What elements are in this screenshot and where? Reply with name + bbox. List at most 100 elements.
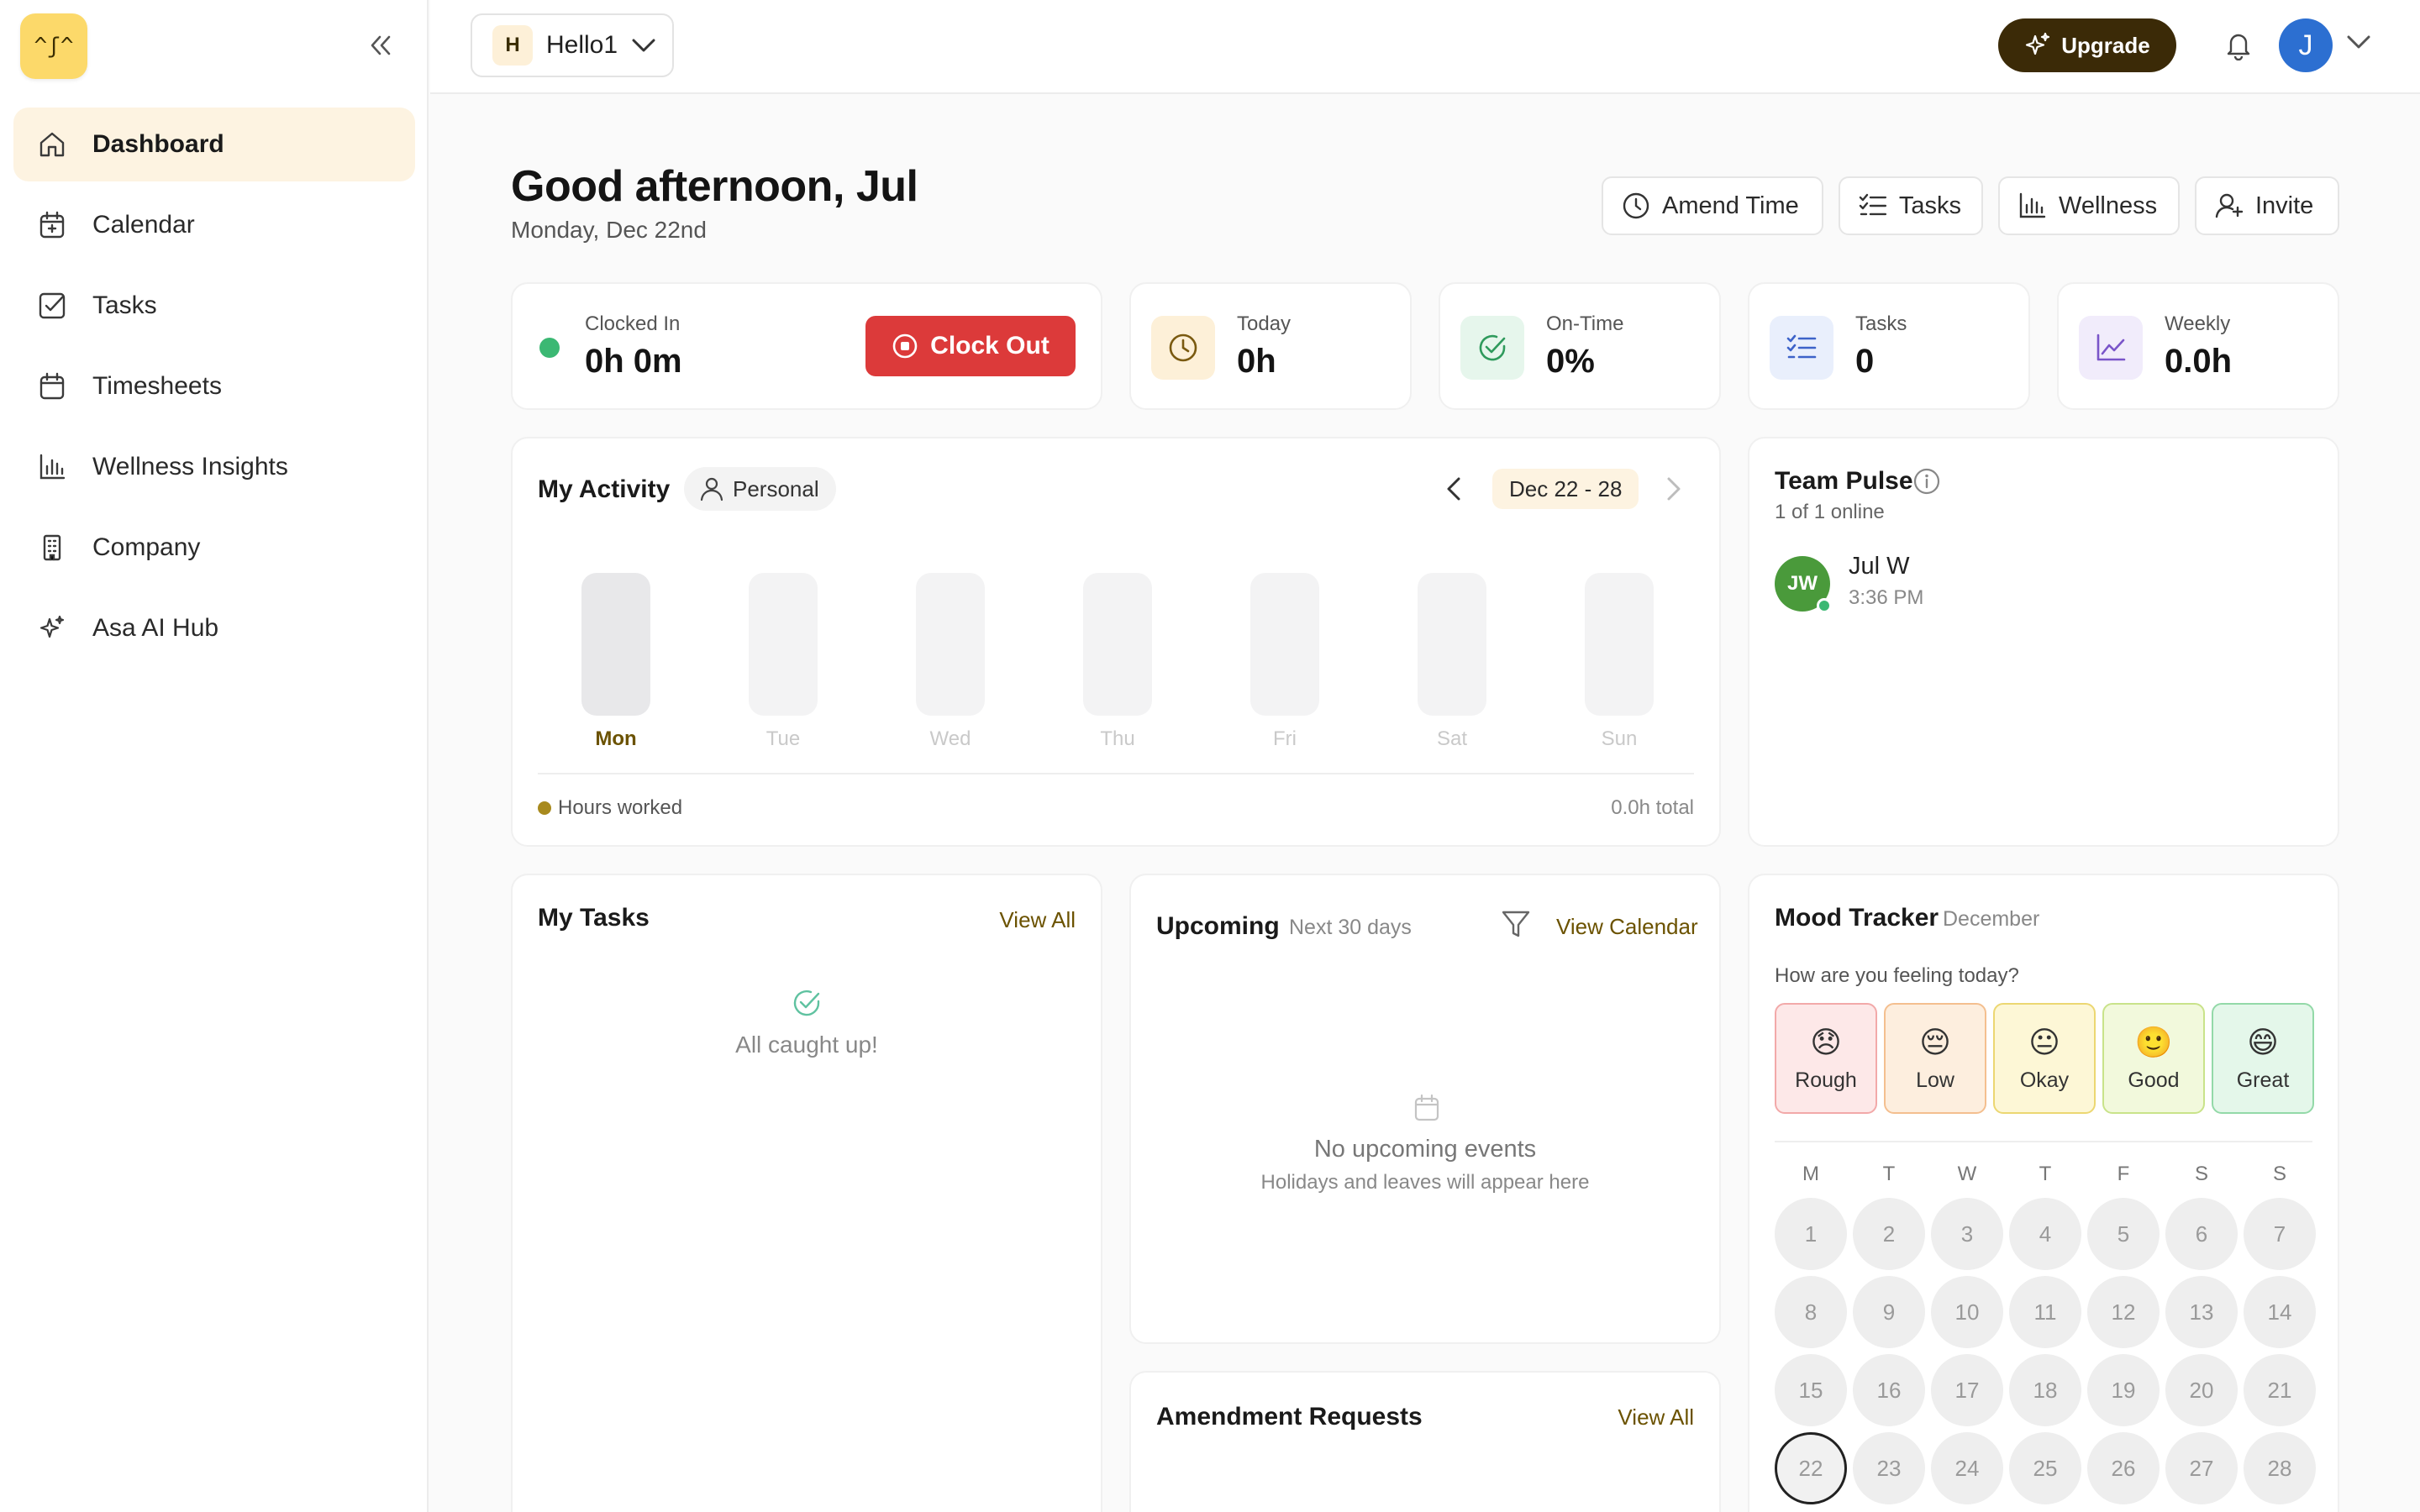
on-time-value: 0%	[1546, 343, 1595, 380]
weekday-label: T	[2039, 1163, 2052, 1185]
upgrade-label: Upgrade	[2061, 32, 2150, 58]
divider	[1775, 1141, 2312, 1142]
calendar-icon	[37, 210, 67, 240]
weekday-label: S	[2194, 1163, 2208, 1185]
calendar-day[interactable]: 8	[1775, 1276, 1847, 1348]
calendar-day[interactable]: 16	[1853, 1354, 1925, 1426]
wellness-quick-button[interactable]: Wellness	[1998, 176, 2180, 235]
chevron-down-icon	[632, 39, 655, 52]
calendar-day[interactable]: 20	[2165, 1354, 2238, 1426]
calendar-day[interactable]: 27	[2165, 1432, 2238, 1504]
previous-week-button[interactable]	[1437, 472, 1470, 506]
calendar-day[interactable]: 21	[2244, 1354, 2316, 1426]
sidebar-item-timesheets[interactable]: Timesheets	[13, 349, 415, 423]
calendar-day-today[interactable]: 22	[1775, 1432, 1847, 1504]
info-button[interactable]	[1912, 467, 1941, 496]
mood-option-great[interactable]: 😄 Great	[2212, 1003, 2314, 1114]
mood-month: December	[1943, 907, 2040, 931]
calendar-day[interactable]: 4	[2009, 1198, 2081, 1270]
user-avatar[interactable]: J	[2279, 18, 2333, 72]
calendar-day[interactable]: 10	[1931, 1276, 2003, 1348]
my-tasks-view-all-link[interactable]: View All	[999, 907, 1076, 933]
app-logo[interactable]: ^ʃ^	[20, 13, 87, 79]
calendar-day[interactable]: 1	[1775, 1198, 1847, 1270]
upcoming-empty-subtitle: Holidays and leaves will appear here	[1260, 1171, 1590, 1194]
mood-label: Okay	[2019, 1068, 2070, 1092]
day-label: Fri	[1273, 727, 1297, 750]
next-week-button[interactable]	[1657, 472, 1691, 506]
amend-time-button[interactable]: Amend Time	[1602, 176, 1823, 235]
calendar-day[interactable]: 17	[1931, 1354, 2003, 1426]
notifications-button[interactable]	[2223, 29, 2257, 62]
sidebar-item-label: Dashboard	[92, 130, 224, 158]
calendar-day[interactable]: 7	[2244, 1198, 2316, 1270]
mood-option-okay[interactable]: 😐 Okay	[1993, 1003, 2096, 1114]
scope-toggle[interactable]: Personal	[684, 467, 836, 511]
view-calendar-link[interactable]: View Calendar	[1556, 914, 1698, 940]
calendar-day[interactable]: 26	[2087, 1432, 2160, 1504]
smiling-face-icon: 🙂	[2134, 1024, 2173, 1059]
team-pulse-card: Team Pulse 1 of 1 online JW Jul W 3:36 P…	[1748, 437, 2339, 847]
calendar-day[interactable]: 9	[1853, 1276, 1925, 1348]
collapse-sidebar-button[interactable]	[361, 29, 400, 62]
today-value: 0h	[1237, 343, 1276, 380]
day-label: Mon	[595, 727, 637, 750]
sparkles-icon	[37, 613, 67, 643]
upgrade-button[interactable]: Upgrade	[1998, 18, 2176, 72]
upcoming-title: Upcoming	[1156, 912, 1280, 940]
sidebar: ^ʃ^ Dashboard Calendar Tasks Timesheets …	[0, 0, 429, 1512]
sidebar-item-ai-hub[interactable]: Asa AI Hub	[13, 591, 415, 665]
calendar-day[interactable]: 19	[2087, 1354, 2160, 1426]
grinning-face-icon: 😄	[2247, 1024, 2279, 1059]
sidebar-item-wellness-insights[interactable]: Wellness Insights	[13, 430, 415, 504]
bell-icon	[2227, 34, 2250, 60]
sidebar-item-tasks[interactable]: Tasks	[13, 269, 415, 343]
calendar-day[interactable]: 12	[2087, 1276, 2160, 1348]
calendar-day[interactable]: 18	[2009, 1354, 2081, 1426]
upcoming-empty-title: No upcoming events	[1313, 1136, 1537, 1163]
sidebar-item-label: Timesheets	[92, 372, 222, 400]
sparkles-icon	[2026, 32, 2050, 55]
amendment-requests-card: Amendment Requests View All	[1129, 1371, 1721, 1512]
invite-button[interactable]: Invite	[2195, 176, 2339, 235]
calendar-day[interactable]: 23	[1853, 1432, 1925, 1504]
sidebar-item-calendar[interactable]: Calendar	[13, 188, 415, 262]
user-icon	[700, 477, 723, 501]
sad-face-icon: 😞	[1810, 1024, 1842, 1059]
mood-label: Low	[1916, 1068, 1954, 1092]
calendar-day[interactable]: 11	[2009, 1276, 2081, 1348]
upcoming-card: Upcoming Next 30 days View Calendar No u…	[1129, 874, 1721, 1344]
sidebar-item-dashboard[interactable]: Dashboard	[13, 108, 415, 181]
tasks-stat-card: Tasks 0	[1748, 282, 2030, 410]
tasks-quick-button[interactable]: Tasks	[1839, 176, 1983, 235]
workspace-switcher[interactable]: H Hello1	[471, 13, 674, 77]
calendar-day[interactable]: 3	[1931, 1198, 2003, 1270]
calendar-day[interactable]: 5	[2087, 1198, 2160, 1270]
sidebar-item-company[interactable]: Company	[13, 511, 415, 585]
calendar-day[interactable]: 14	[2244, 1276, 2316, 1348]
legend-label: Hours worked	[558, 796, 683, 819]
mood-option-rough[interactable]: 😞 Rough	[1775, 1003, 1877, 1114]
stop-icon	[892, 333, 918, 359]
page-title: Good afternoon, Jul	[511, 162, 918, 211]
my-activity-card: My Activity Personal Dec 22 - 28 Mon Tue…	[511, 437, 1721, 847]
day-label: Sat	[1436, 727, 1468, 750]
mood-label: Great	[2236, 1068, 2290, 1092]
calendar-day[interactable]: 6	[2165, 1198, 2238, 1270]
calendar-day[interactable]: 25	[2009, 1432, 2081, 1504]
date-range: Dec 22 - 28	[1492, 469, 1639, 509]
my-tasks-title: My Tasks	[538, 904, 650, 932]
mood-option-low[interactable]: 😔 Low	[1884, 1003, 1986, 1114]
user-menu-toggle[interactable]	[2346, 34, 2371, 50]
calendar-day[interactable]: 13	[2165, 1276, 2238, 1348]
clock-out-button[interactable]: Clock Out	[865, 316, 1076, 376]
filter-button[interactable]	[1501, 909, 1531, 939]
calendar-day[interactable]: 24	[1931, 1432, 2003, 1504]
mood-option-good[interactable]: 🙂 Good	[2102, 1003, 2205, 1114]
scope-label: Personal	[733, 475, 819, 501]
calendar-day[interactable]: 2	[1853, 1198, 1925, 1270]
calendar-day[interactable]: 28	[2244, 1432, 2316, 1504]
tasks-stat-value: 0	[1855, 343, 1875, 380]
amendments-view-all-link[interactable]: View All	[1618, 1404, 1694, 1431]
calendar-day[interactable]: 15	[1775, 1354, 1847, 1426]
